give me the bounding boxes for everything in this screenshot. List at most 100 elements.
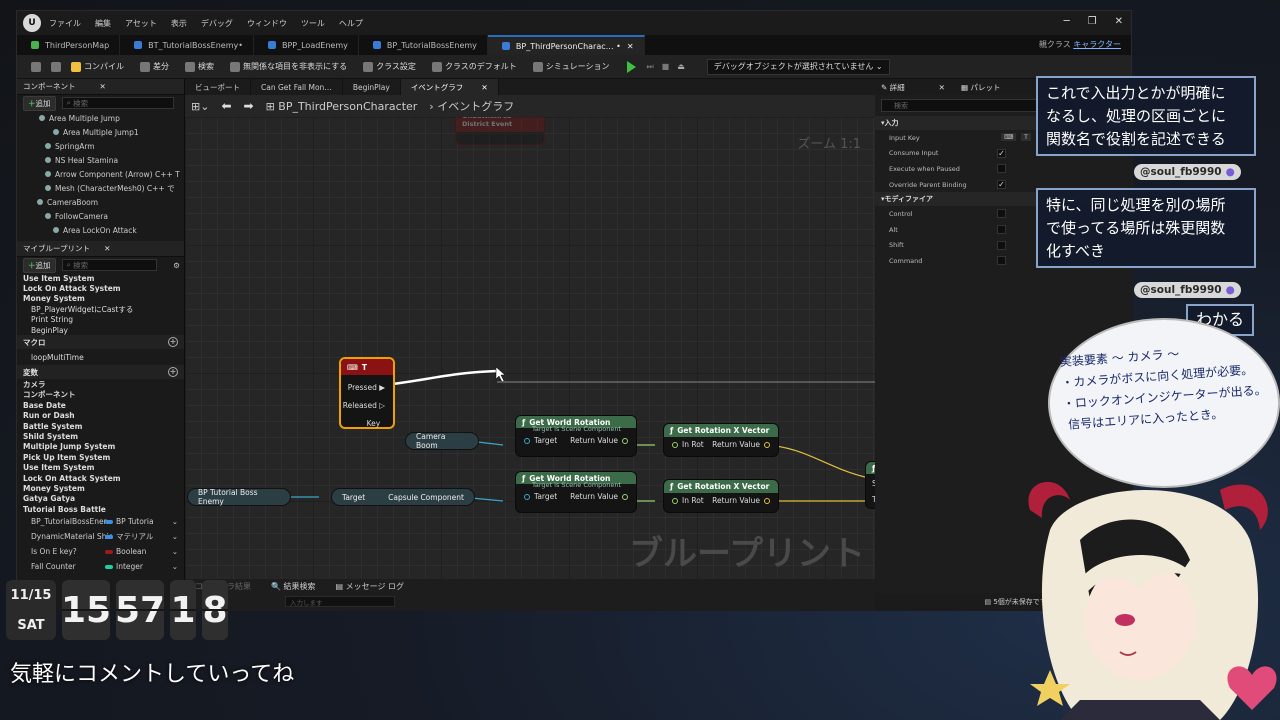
blueprint-item[interactable]: Print String (17, 315, 184, 325)
component-item[interactable]: Area Multiple Jump1 (17, 125, 184, 139)
component-item[interactable]: CameraBoom (17, 195, 184, 209)
variable-group[interactable]: Multiple Jump System (17, 442, 184, 452)
variable-type[interactable]: Integer (105, 562, 143, 571)
console-input[interactable]: 入力します (285, 596, 395, 607)
graph-options-icon[interactable]: ⊞⌄ (191, 100, 209, 113)
chevron-down-icon[interactable]: ⌄ (172, 532, 178, 541)
partial-function-node[interactable]: ƒF ST (865, 461, 875, 509)
component-item[interactable]: Arrow Component (Arrow) C++ T (17, 167, 184, 181)
maximize-icon[interactable]: ❐ (1088, 16, 1097, 27)
get-rotation-x-vector-node-1[interactable]: ƒ Get Rotation X Vector In Rot Return Valu… (663, 423, 779, 457)
capsule-component-node[interactable]: Target Capsule Component (331, 488, 475, 506)
menu-item[interactable]: 編集 (95, 19, 111, 28)
component-item[interactable]: FollowCamera (17, 209, 184, 223)
diff-button[interactable]: 差分 (134, 57, 175, 77)
breadcrumb-root[interactable]: ⊞ BP_ThirdPersonCharacter (266, 100, 418, 113)
variable-row[interactable]: Fall Counter Integer ⌄ (17, 559, 184, 574)
pressed-pin[interactable]: Pressed ▶ (341, 379, 385, 397)
component-item[interactable]: SpringArm (17, 139, 184, 153)
blueprint-item[interactable]: Lock On Attack System (17, 283, 184, 293)
variable-row[interactable]: DynamicMaterial Shie マテリアル ⌄ (17, 529, 184, 544)
minimize-icon[interactable]: ─ (1064, 16, 1070, 27)
back-arrow-icon[interactable]: ⬅ (221, 99, 231, 113)
gear-icon[interactable]: ⚙ (173, 261, 180, 270)
graph-tab[interactable]: イベントグラフ ✕ (400, 79, 499, 95)
class-defaults-button[interactable]: クラスのデフォルト (426, 57, 523, 77)
close-icon[interactable]: ✕ (481, 83, 487, 92)
checkbox[interactable]: ✓ (997, 179, 1006, 189)
variable-type[interactable]: Boolean (105, 547, 146, 556)
blueprint-item[interactable]: BeginPlay (17, 325, 184, 335)
document-tab[interactable]: BT_TutorialBossEnemy• (120, 35, 254, 55)
variable-group[interactable]: Lock On Attack System (17, 473, 184, 483)
checkbox[interactable] (997, 256, 1006, 266)
variable-group[interactable]: Run or Dash (17, 411, 184, 421)
chevron-down-icon[interactable]: ⌄ (172, 547, 178, 556)
component-item[interactable]: Area LockOn Attack (17, 223, 184, 237)
event-graph-canvas[interactable]: ズーム 1:1 ブループリント OnBattleArea District Ev… (185, 117, 875, 585)
macro-item[interactable]: loopMultiTime (17, 349, 184, 365)
component-item[interactable]: NS Heal Stamina (17, 153, 184, 167)
menu-item[interactable]: ツール (301, 19, 325, 28)
close-icon[interactable]: ✕ (100, 82, 106, 91)
variable-group[interactable]: Pick Up Item System (17, 452, 184, 462)
add-component-button[interactable]: ＋追加 (23, 95, 56, 111)
variable-group[interactable]: Shild System (17, 431, 184, 441)
menu-item[interactable]: ファイル (49, 19, 81, 28)
my-blueprint-search-input[interactable]: ⌕ 検索 (61, 259, 158, 271)
graph-tab[interactable]: BeginPlay (343, 79, 401, 95)
document-tab[interactable]: BP_ThirdPersonCharac… • ✕ (487, 35, 645, 55)
checkbox[interactable] (997, 240, 1006, 250)
return-pin[interactable] (622, 437, 628, 444)
target-pin[interactable] (524, 437, 530, 444)
components-search-input[interactable]: ⌕ 検索 (61, 97, 174, 109)
in-rot-pin[interactable] (672, 441, 678, 448)
details-tab[interactable]: ✎ 詳細 (881, 82, 905, 93)
tab-message-log[interactable]: ▤ メッセージ ログ (336, 581, 405, 592)
add-variable-icon[interactable]: + (168, 367, 178, 378)
variables-section[interactable]: 変数 + (17, 365, 184, 380)
graph-tab[interactable]: ビューポート (185, 79, 251, 95)
component-item[interactable]: Area Multiple Jump (17, 111, 184, 125)
variable-group[interactable]: Base Date (17, 400, 184, 410)
variable-group[interactable]: Tutorial Boss Battle (17, 504, 184, 514)
input-key-value[interactable]: T (1021, 133, 1031, 141)
debug-object-select[interactable]: デバッグオブジェクトが選択されていません ⌄ (706, 58, 890, 75)
add-macro-icon[interactable]: + (168, 337, 178, 348)
save-icon[interactable] (31, 61, 41, 72)
get-world-rotation-node-1[interactable]: ƒ Get World Rotation Target is Scene Comp… (515, 415, 637, 457)
document-tab[interactable]: BP_TutorialBossEnemy (359, 35, 488, 55)
hide-unrelated-button[interactable]: 無関係な項目を非表示にする (224, 57, 353, 77)
return-pin[interactable] (764, 497, 770, 504)
graph-tab[interactable]: Can Get Fall Mon… (251, 79, 343, 95)
input-key-t-node[interactable]: ⌨ T Pressed ▶ Released ▷ Key (339, 357, 395, 429)
close-icon[interactable]: ✕ (104, 244, 110, 253)
variable-type[interactable]: マテリアル (105, 531, 153, 542)
browse-icon[interactable] (51, 61, 61, 72)
document-tab[interactable]: ThirdPersonMap (17, 35, 121, 55)
variable-group[interactable]: カメラ (17, 379, 184, 389)
variable-group[interactable]: Money System (17, 483, 184, 493)
released-pin[interactable]: Released ▷ (341, 397, 385, 415)
forward-arrow-icon[interactable]: ➡ (244, 99, 254, 113)
target-pin[interactable] (524, 493, 530, 500)
play-icon[interactable] (627, 60, 637, 73)
variable-type[interactable]: BP Tutoria (105, 517, 154, 526)
search-button[interactable]: 検索 (179, 57, 220, 77)
stop-icon[interactable]: ■ (662, 62, 670, 71)
checkbox[interactable] (997, 164, 1006, 174)
variable-group[interactable]: Gatya Gatya (17, 494, 184, 504)
compile-button[interactable]: コンパイル (65, 57, 130, 77)
menu-item[interactable]: アセット (125, 19, 157, 28)
bp-tutorial-boss-enemy-node[interactable]: BP Tutorial Boss Enemy (187, 488, 291, 506)
blueprint-item[interactable]: Use Item System (17, 273, 184, 283)
variable-group[interactable]: Battle System (17, 421, 184, 431)
menu-item[interactable]: ヘルプ (339, 19, 363, 28)
checkbox[interactable] (997, 224, 1006, 234)
get-world-rotation-node-2[interactable]: ƒ Get World Rotation Target is Scene Comp… (515, 471, 637, 513)
key-pin[interactable]: Key (341, 415, 385, 433)
palette-tab[interactable]: ▦ パレット (961, 82, 1000, 93)
checkbox[interactable] (997, 209, 1006, 219)
macros-section[interactable]: マクロ + (17, 335, 184, 350)
eject-icon[interactable]: ⏏ (677, 62, 685, 71)
